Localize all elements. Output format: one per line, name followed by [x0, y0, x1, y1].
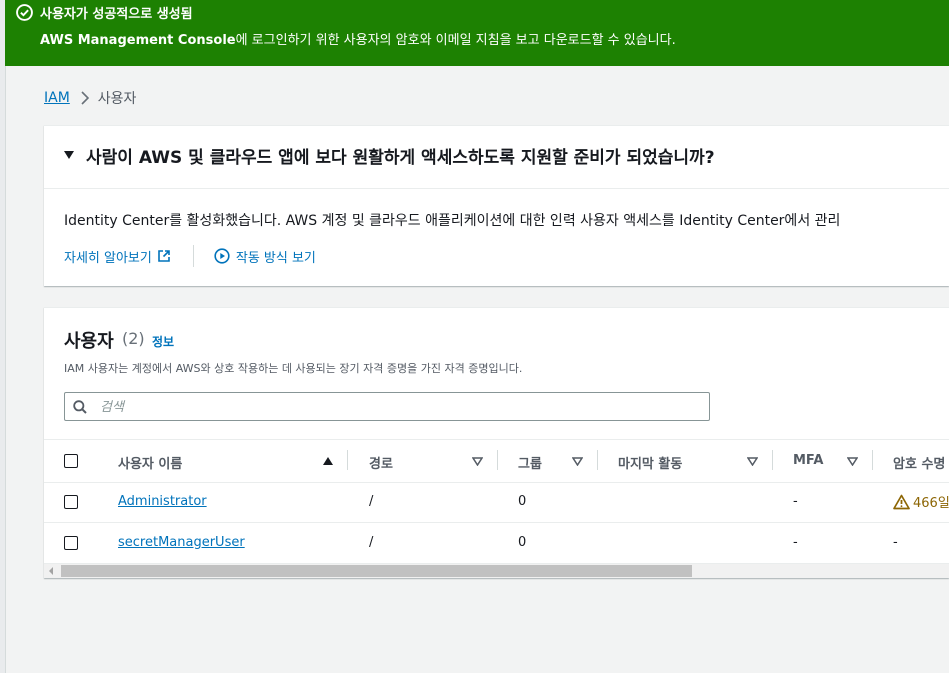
column-resizer[interactable] [872, 450, 873, 470]
warning-icon [893, 494, 910, 509]
search-input[interactable] [98, 397, 702, 418]
password-age-cell: 466일 [893, 492, 949, 511]
check-circle-icon [16, 4, 33, 21]
groups-cell: 0 [518, 494, 527, 509]
column-resizer[interactable] [772, 450, 773, 470]
breadcrumb-current: 사용자 [97, 91, 137, 107]
play-circle-icon [214, 248, 230, 264]
mfa-cell: - [793, 535, 798, 550]
user-link[interactable]: Administrator [118, 494, 207, 509]
column-header-username[interactable]: 사용자 이름 [118, 453, 182, 472]
scrollbar-thumb[interactable] [61, 565, 692, 577]
sort-ascending-icon[interactable] [323, 457, 333, 465]
sort-caret-down-icon[interactable] [572, 457, 583, 466]
user-link[interactable]: secretManagerUser [118, 535, 245, 550]
sort-caret-down-icon[interactable] [472, 457, 483, 466]
column-header-last-activity[interactable]: 마지막 활동 [618, 453, 682, 472]
search-box [64, 392, 710, 421]
link-divider [192, 245, 194, 267]
password-age-cell: - [893, 535, 898, 550]
column-resizer[interactable] [597, 450, 598, 470]
path-cell: / [369, 494, 374, 509]
learn-more-link[interactable]: 자세히 알아보기 [64, 247, 171, 266]
left-nav-rail [0, 0, 6, 673]
flash-title: 사용자가 성공적으로 생성됨 [40, 7, 193, 22]
row-checkbox[interactable] [64, 495, 78, 509]
horizontal-scrollbar[interactable] [44, 564, 949, 578]
chevron-right-icon [81, 91, 89, 105]
promo-links: 자세히 알아보기 작동 방식 보기 [64, 245, 316, 267]
column-header-password-age[interactable]: 암호 수명 [893, 453, 945, 472]
column-header-mfa[interactable]: MFA [793, 453, 823, 468]
table-header: 사용자 이름 경로 그룹 마지막 활동 MFA 암호 수명 [44, 439, 949, 483]
users-table-container: 사용자 (2) 정보 IAM 사용자는 계정에서 AWS와 상호 작용하는 데 … [44, 307, 949, 578]
how-it-works-link[interactable]: 작동 방식 보기 [214, 247, 316, 266]
info-link[interactable]: 정보 [152, 333, 174, 350]
sort-caret-down-icon[interactable] [747, 457, 758, 466]
groups-cell: 0 [518, 535, 527, 550]
path-cell: / [369, 535, 374, 550]
users-count: (2) [122, 329, 145, 348]
column-header-groups[interactable]: 그룹 [518, 453, 542, 472]
external-link-icon [158, 250, 170, 262]
promo-heading[interactable]: 사람이 AWS 및 클라우드 앱에 보다 원활하게 액세스하도록 지원할 준비가… [86, 143, 715, 168]
table-row: secretManagerUser / 0 - - [44, 523, 949, 564]
column-resizer[interactable] [347, 450, 348, 470]
promo-description: Identity Center를 활성화했습니다. AWS 계정 및 클라우드 … [64, 213, 841, 229]
row-checkbox[interactable] [64, 536, 78, 550]
users-title: 사용자 [64, 331, 114, 352]
search-icon [73, 400, 87, 414]
sort-caret-down-icon[interactable] [847, 457, 858, 466]
column-header-path[interactable]: 경로 [369, 453, 393, 472]
users-description: IAM 사용자는 계정에서 AWS와 상호 작용하는 데 사용되는 장기 자격 … [64, 362, 523, 375]
success-flashbar: 사용자가 성공적으로 생성됨 AWS Management Console에 로… [5, 0, 949, 66]
breadcrumb-iam-link[interactable]: IAM [44, 90, 70, 106]
mfa-cell: - [793, 494, 798, 509]
breadcrumb: IAM 사용자 [44, 88, 136, 108]
scroll-left-arrow-icon[interactable] [49, 567, 53, 575]
select-all-checkbox[interactable] [64, 454, 78, 468]
identity-center-promo: 사람이 AWS 및 클라우드 앱에 보다 원활하게 액세스하도록 지원할 준비가… [44, 125, 949, 286]
table-row: Administrator / 0 - 466일 [44, 482, 949, 523]
promo-header[interactable]: 사람이 AWS 및 클라우드 앱에 보다 원활하게 액세스하도록 지원할 준비가… [44, 126, 949, 189]
caret-down-icon[interactable] [64, 151, 74, 159]
column-resizer[interactable] [497, 450, 498, 470]
flash-message: AWS Management Console에 로그인하기 위한 사용자의 암호… [40, 33, 676, 48]
